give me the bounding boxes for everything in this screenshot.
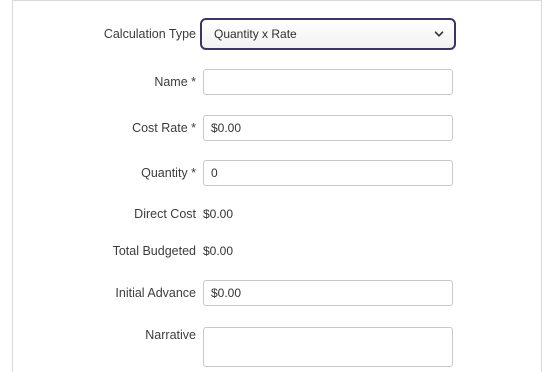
cost-rate-label: Cost Rate * — [132, 121, 196, 135]
total-budgeted-label: Total Budgeted — [112, 244, 196, 258]
initial-advance-input[interactable] — [203, 280, 453, 306]
budget-line-form: Calculation Type Quantity x Rate Name * … — [12, 0, 542, 372]
cost-rate-input[interactable] — [203, 115, 453, 141]
calculation-type-select[interactable]: Quantity x Rate — [200, 18, 456, 50]
total-budgeted-value: $0.00 — [203, 244, 234, 258]
initial-advance-label: Initial Advance — [115, 286, 196, 300]
quantity-input[interactable] — [203, 160, 453, 186]
total-budgeted-row: Total Budgeted $0.00 — [13, 236, 541, 266]
narrative-label: Narrative — [145, 328, 196, 342]
initial-advance-row: Initial Advance — [13, 278, 541, 308]
cost-rate-row: Cost Rate * — [13, 113, 541, 143]
direct-cost-label: Direct Cost — [134, 207, 196, 221]
quantity-label: Quantity * — [141, 166, 196, 180]
narrative-textarea[interactable] — [203, 327, 453, 367]
name-label: Name * — [154, 75, 196, 89]
quantity-row: Quantity * — [13, 158, 541, 188]
calculation-type-selected-value: Quantity x Rate — [214, 27, 297, 41]
name-row: Name * — [13, 67, 541, 97]
calculation-type-label: Calculation Type — [103, 27, 196, 41]
chevron-down-icon — [434, 31, 444, 37]
direct-cost-row: Direct Cost $0.00 — [13, 199, 541, 229]
name-input[interactable] — [203, 69, 453, 95]
direct-cost-value: $0.00 — [203, 207, 234, 221]
